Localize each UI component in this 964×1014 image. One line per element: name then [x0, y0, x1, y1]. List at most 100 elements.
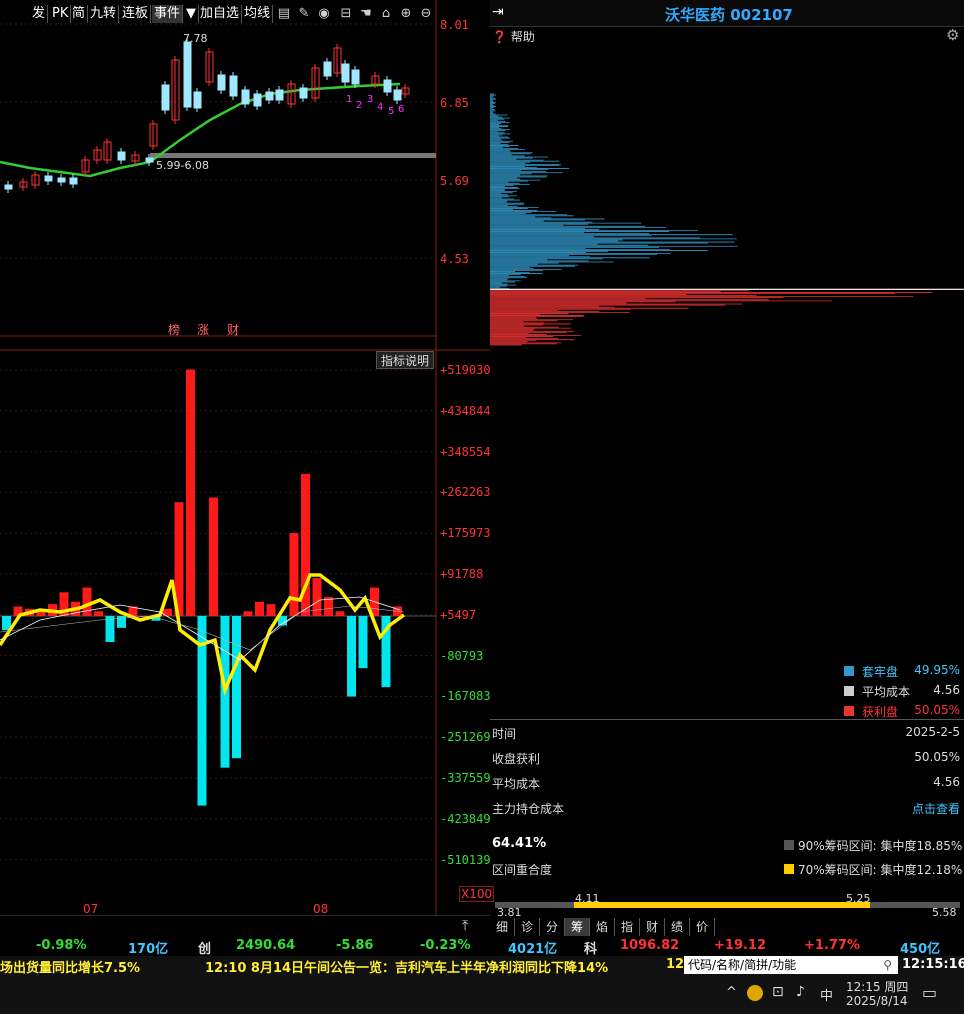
tab-chips[interactable]: 筹: [565, 918, 590, 936]
marker-finance[interactable]: 财: [227, 321, 239, 338]
candle: [69, 174, 78, 188]
marker-list[interactable]: 榜: [168, 321, 180, 338]
candle: [241, 86, 250, 108]
range-90: 90%筹码区间: 集中度18.85%: [798, 839, 963, 853]
price-tick: 4.53: [440, 252, 469, 266]
candle: [93, 146, 102, 164]
row-avg-cost: 平均成本 4.56: [492, 775, 960, 791]
macd-tick: +519030: [440, 363, 491, 377]
macd-bar: [232, 616, 241, 759]
macd-tick: +91788: [440, 567, 484, 581]
status-item: 170亿: [128, 942, 169, 957]
status-item: 450亿: [900, 942, 941, 957]
taskbar-time[interactable]: 12:15 周四: [846, 978, 908, 995]
macd-bar: [82, 587, 92, 616]
candle: [4, 181, 13, 193]
candle: [299, 84, 308, 102]
macd-bar: [94, 611, 103, 616]
candle: [205, 48, 214, 86]
status-item: 4021亿: [508, 942, 558, 957]
candle: [229, 72, 238, 100]
stock-title: 沃华医药 002107: [665, 6, 793, 24]
range-bar-inner: [574, 902, 870, 908]
macd-tick: -167083: [440, 689, 491, 704]
macd-tick: -80793: [440, 648, 484, 663]
tab-indicator[interactable]: 指: [615, 918, 640, 936]
candle: [217, 71, 226, 94]
candle: [383, 76, 392, 96]
notification-icon[interactable]: ▭: [922, 983, 937, 1002]
tab-minute[interactable]: 分: [540, 918, 565, 936]
app-tray-icon[interactable]: [747, 985, 763, 1001]
chip-distribution-chart: [490, 93, 964, 346]
x-label-07: 07: [83, 902, 99, 916]
status-item: 创: [198, 942, 212, 957]
macd-bar: [358, 616, 368, 669]
range-70: 70%筹码区间: 集中度12.18%: [798, 863, 963, 877]
macd-tick: -510139: [440, 852, 491, 867]
row-main-cost: 主力持仓成本 点击查看: [492, 800, 960, 817]
macd-bar: [243, 611, 253, 616]
tab-detail[interactable]: 细: [490, 918, 515, 936]
legend-trapped: 套牢盘 49.95%: [492, 660, 962, 682]
x-label-08: 08: [313, 902, 329, 916]
candle: [193, 88, 202, 112]
search-input[interactable]: 代码/名称/简拼/功能 ⚲: [684, 956, 898, 974]
tab-performance[interactable]: 绩: [665, 918, 690, 936]
status-item: 1096.82: [620, 938, 680, 953]
candle: [149, 120, 158, 150]
status-item: +19.12: [714, 938, 767, 953]
candle: [31, 171, 40, 189]
right-panel-header: ⇥ 沃华医药 002107: [490, 0, 964, 27]
macd-bar: [186, 369, 195, 616]
status-item: -5.86: [336, 938, 374, 953]
candle: [287, 80, 296, 108]
tab-flame[interactable]: 焰: [590, 918, 615, 936]
marker-rise[interactable]: 涨: [197, 321, 209, 338]
collapse-up-icon[interactable]: ⤒: [462, 918, 468, 934]
taskbar: 代码/名称/简拼/功能 ⚲ ^ ⊡ ♪ 中 12:15 周四 2025/8/14…: [0, 956, 964, 1014]
candle: [323, 58, 332, 80]
macd-tick: +175973: [440, 526, 491, 541]
help-link[interactable]: ❓ 帮助: [492, 28, 535, 45]
indicator-help-button[interactable]: 指标说明: [376, 351, 434, 369]
macd-tick: +348554: [440, 444, 491, 459]
price-tick: 8.01: [440, 18, 469, 32]
macd-bar: [266, 604, 276, 616]
candle: [131, 151, 140, 165]
macd-tick: -423849: [440, 811, 491, 826]
legend-avg-cost: 平均成本 4.56: [492, 680, 962, 702]
candle: [161, 81, 170, 114]
macd-tick: -251269: [440, 730, 491, 745]
macd-bar: [335, 611, 345, 616]
tab-price[interactable]: 价: [690, 918, 715, 936]
tab-finance[interactable]: 财: [640, 918, 665, 936]
taskbar-date[interactable]: 2025/8/14: [846, 994, 908, 1008]
chevron-up-icon[interactable]: ^: [726, 985, 737, 1000]
candle: [333, 44, 342, 77]
click-view-link[interactable]: 点击查看: [912, 800, 960, 817]
zoom-label[interactable]: X100: [459, 886, 495, 902]
macd-tick: +5497: [440, 607, 477, 622]
candle: [401, 84, 410, 98]
candle: [183, 38, 192, 111]
candle: [171, 56, 180, 124]
candle: [341, 60, 350, 86]
overlap-label: 区间重合度: [492, 863, 553, 877]
macd-tick: +262263: [440, 485, 491, 500]
gear-icon[interactable]: ⚙: [946, 26, 959, 44]
network-icon[interactable]: ⊡: [772, 984, 784, 1000]
candle: [311, 64, 320, 102]
status-item: -0.98%: [36, 938, 87, 953]
tab-diagnose[interactable]: 诊: [515, 918, 540, 936]
row-time: 时间 2025-2-5: [492, 725, 960, 741]
clock: 12:15:16: [902, 957, 964, 972]
kline-chart[interactable]: [0, 0, 490, 916]
macd-bar: [209, 497, 218, 616]
range-label: 5.99-6.08: [156, 159, 209, 172]
ime-indicator[interactable]: 中: [820, 985, 833, 1004]
volume-icon[interactable]: ♪: [796, 984, 805, 1000]
macd-bar: [255, 601, 264, 616]
status-item: -0.23%: [420, 938, 471, 953]
sidebar-toggle-icon[interactable]: ⇥: [492, 4, 504, 20]
